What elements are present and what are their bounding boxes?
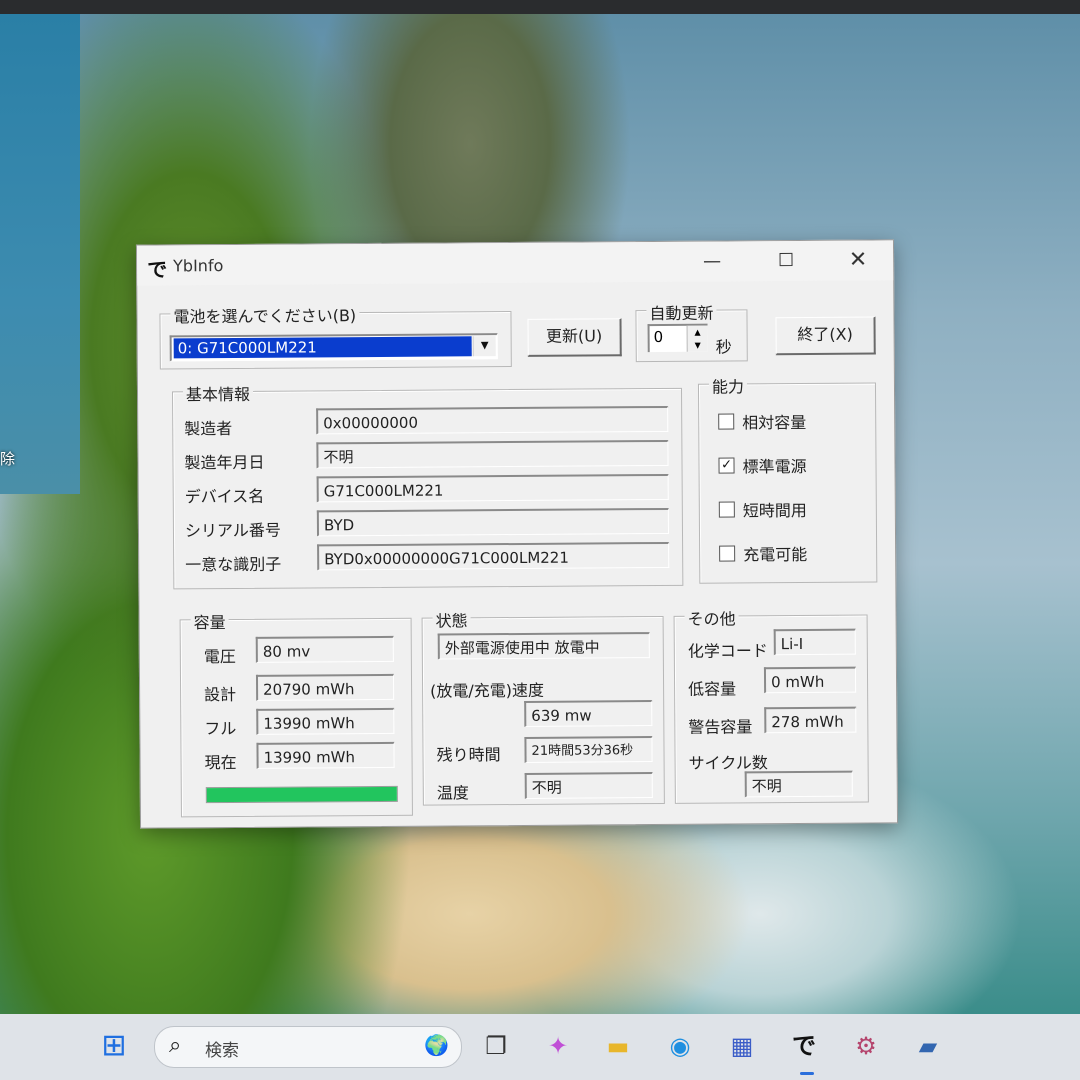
battery-select-value: 0: G71C000LM221: [173, 336, 472, 359]
taskbar: ⊞ ⌕ 検索 🌍 ❐ ✦ ▬ ◉ ▦ で ⚙ ▰: [0, 1014, 1080, 1080]
cycle-count-field[interactable]: 不明: [744, 770, 853, 798]
pinned-app-icon[interactable]: ▰: [910, 1028, 946, 1064]
basic-info-label: 基本情報: [182, 380, 254, 406]
ybinfo-window: で YbInfo — ☐ ✕ 電池を選んでください(B) 0: G71C000L…: [135, 239, 899, 829]
copilot-icon[interactable]: ✦: [540, 1028, 576, 1064]
title-bar[interactable]: で YbInfo — ☐ ✕: [136, 240, 894, 286]
temperature-label: 温度: [436, 783, 469, 803]
exit-button[interactable]: 終了(X): [775, 316, 876, 356]
current-capacity-label: 現在: [204, 752, 237, 773]
auto-update-label: 自動更新: [646, 299, 717, 325]
remaining-time-field[interactable]: 21時間53分36秒: [524, 736, 653, 763]
auto-update-stepper[interactable]: 0 ▲ ▼: [647, 323, 708, 353]
taskbar-search-box[interactable]: ⌕ 検索 🌍: [154, 1026, 462, 1068]
design-capacity-label: 設計: [204, 684, 237, 705]
rechargeable-checkbox[interactable]: [719, 545, 736, 562]
app-icon: で: [147, 257, 168, 282]
temperature-field[interactable]: 不明: [524, 772, 653, 799]
voltage-field[interactable]: 80 mv: [255, 635, 394, 663]
manufacture-date-field[interactable]: 不明: [316, 439, 669, 469]
windows-start-icon[interactable]: ⊞: [96, 1028, 132, 1064]
device-name-label: デバイス名: [184, 486, 265, 507]
voltage-label: 電圧: [203, 646, 236, 667]
file-explorer-icon[interactable]: ▬: [600, 1028, 636, 1064]
charge-progress-fill: [206, 786, 397, 803]
maximize-button[interactable]: ☐: [763, 245, 809, 277]
auto-update-value: 0: [653, 327, 664, 347]
cycle-count-label: サイクル数: [688, 753, 768, 773]
low-capacity-field[interactable]: 0 mWh: [763, 666, 857, 694]
design-capacity-field[interactable]: 20790 mWh: [255, 673, 395, 701]
unique-id-label: 一意な識別子: [185, 554, 282, 575]
battery-select-label: 電池を選んでください(B): [170, 302, 360, 328]
remaining-time-label: 残り時間: [436, 745, 501, 765]
warning-capacity-field[interactable]: 278 mWh: [764, 706, 857, 734]
relative-capacity-checkbox[interactable]: [718, 413, 735, 430]
refresh-button[interactable]: 更新(U): [527, 318, 622, 357]
status-state-field[interactable]: 外部電源使用中 放電中: [437, 632, 650, 660]
warning-capacity-label: 警告容量: [688, 717, 753, 737]
window-title: YbInfo: [173, 256, 224, 276]
store-icon[interactable]: ▦: [724, 1028, 760, 1064]
wallpaper-sea: [0, 14, 80, 494]
chevron-down-icon[interactable]: ▼: [472, 336, 496, 357]
spin-up-icon[interactable]: ▲: [688, 326, 708, 339]
ybinfo-taskbar-icon[interactable]: で: [786, 1028, 822, 1064]
rate-field[interactable]: 639 mw: [524, 700, 653, 727]
rate-label: (放電/充電)速度: [430, 680, 545, 701]
manufacturer-label: 製造者: [184, 418, 233, 439]
search-icon: ⌕: [169, 1033, 182, 1058]
chemistry-code-label: 化学コード: [687, 641, 768, 661]
serial-number-label: シリアル番号: [184, 520, 281, 541]
serial-number-field[interactable]: BYD: [316, 507, 670, 537]
full-capacity-label: フル: [204, 718, 237, 739]
spin-down-icon[interactable]: ▼: [688, 339, 708, 352]
chemistry-code-field[interactable]: Li-I: [773, 628, 856, 656]
device-name-field[interactable]: G71C000LM221: [316, 473, 669, 503]
desktop-icon-label[interactable]: 除: [0, 448, 15, 469]
search-placeholder: 検索: [205, 1041, 239, 1061]
status-label: 状態: [432, 607, 471, 632]
stepper-buttons[interactable]: ▲ ▼: [686, 325, 708, 352]
rechargeable-label: 充電可能: [743, 544, 808, 565]
minimize-button[interactable]: —: [689, 245, 735, 277]
battery-select-dropdown[interactable]: 0: G71C000LM221 ▼: [169, 333, 498, 362]
edge-browser-icon[interactable]: ◉: [662, 1028, 698, 1064]
standard-power-checkbox[interactable]: ✓: [718, 457, 735, 474]
charge-progress-bar: [205, 785, 398, 804]
monitor-bezel: [0, 0, 1080, 14]
close-button[interactable]: ✕: [835, 244, 881, 276]
manufacture-date-label: 製造年月日: [184, 452, 265, 473]
standard-power-label: 標準電源: [742, 456, 807, 477]
short-term-checkbox[interactable]: [718, 501, 735, 518]
other-label: その他: [684, 605, 739, 630]
search-highlight-icon: 🌍: [424, 1033, 449, 1057]
manufacturer-field[interactable]: 0x00000000: [316, 405, 669, 435]
capacity-label: 容量: [190, 609, 229, 634]
current-capacity-field[interactable]: 13990 mWh: [256, 741, 395, 769]
active-app-indicator: [800, 1072, 814, 1075]
unique-id-field[interactable]: BYD0x00000000G71C000LM221: [317, 541, 670, 571]
auto-update-unit: 秒: [715, 337, 732, 357]
relative-capacity-label: 相対容量: [742, 412, 807, 433]
settings-icon[interactable]: ⚙: [848, 1028, 884, 1064]
short-term-label: 短時間用: [742, 500, 807, 521]
full-capacity-field[interactable]: 13990 mWh: [256, 707, 395, 735]
low-capacity-label: 低容量: [688, 679, 737, 699]
task-view-icon[interactable]: ❐: [478, 1028, 514, 1064]
capability-label: 能力: [708, 373, 748, 398]
